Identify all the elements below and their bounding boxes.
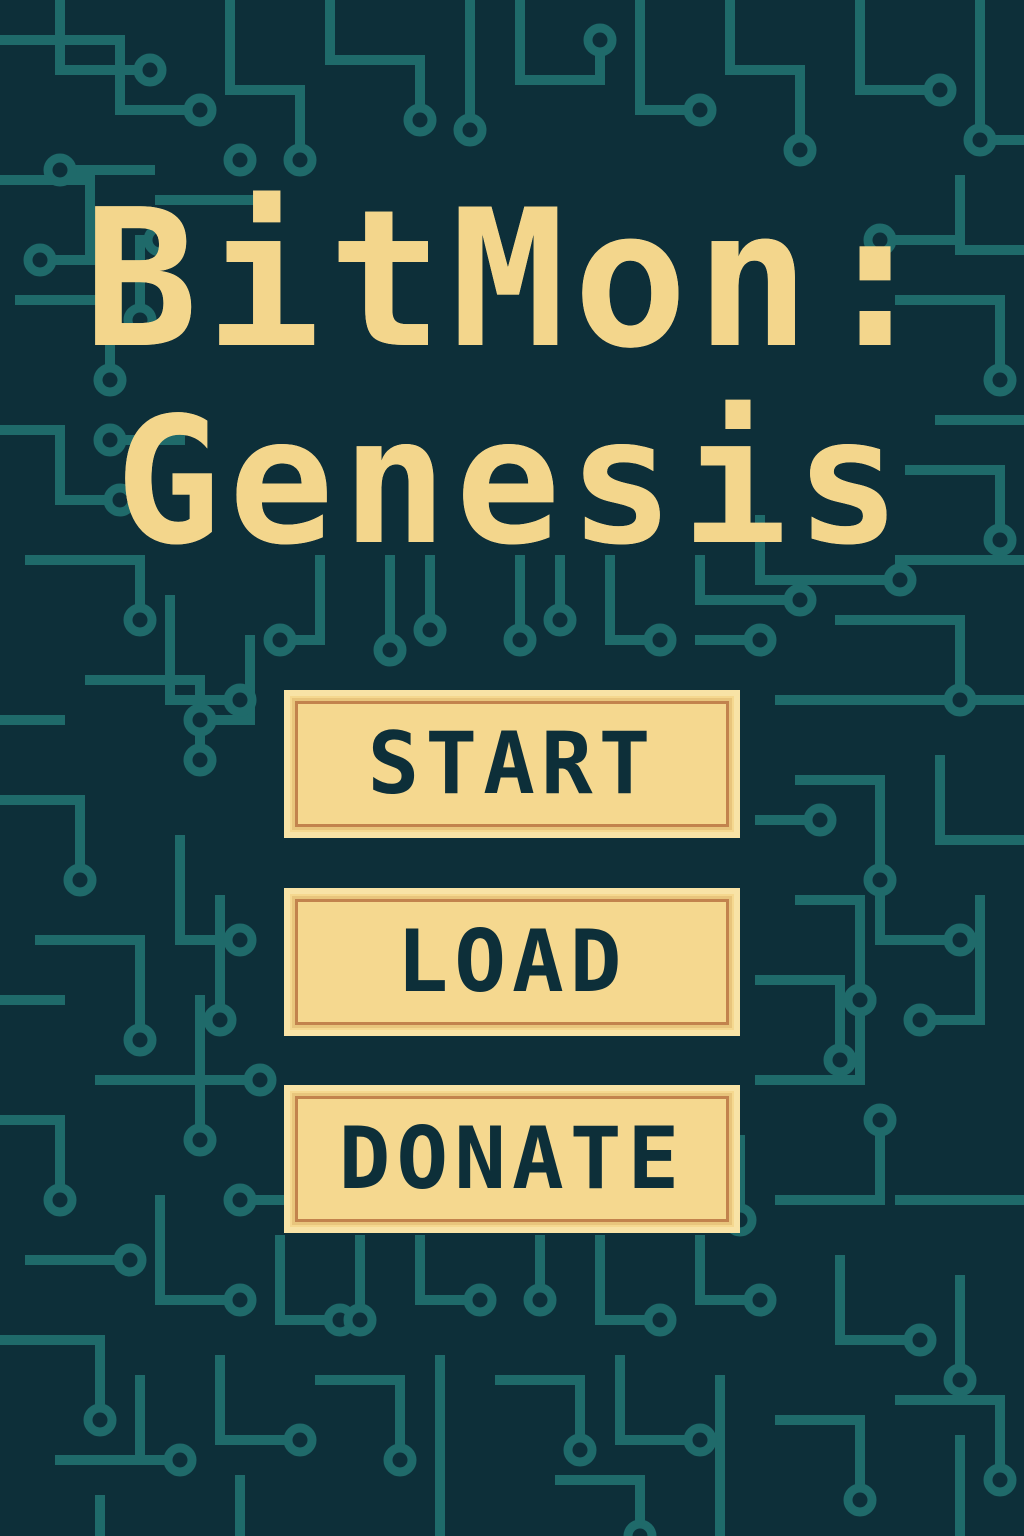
load-button-label: LOAD	[396, 912, 628, 1012]
circuit-pad	[583, 23, 617, 57]
circuit-trace	[835, 1255, 925, 1345]
circuit-pad	[843, 1483, 877, 1517]
circuit-trace	[775, 1115, 885, 1205]
circuit-pad	[133, 53, 167, 87]
circuit-pad	[183, 743, 217, 777]
circuit-pad	[623, 1519, 657, 1536]
circuit-trace	[975, 0, 1024, 145]
circuit-trace	[755, 975, 845, 1065]
circuit-pad	[643, 623, 677, 657]
circuit-pad	[43, 1183, 77, 1217]
circuit-pad	[183, 93, 217, 127]
circuit-pad	[113, 1243, 147, 1277]
circuit-pad	[223, 923, 257, 957]
circuit-pad	[983, 1463, 1017, 1497]
circuit-pad	[903, 1003, 937, 1037]
start-button[interactable]: START	[284, 690, 740, 838]
circuit-pad	[263, 623, 297, 657]
circuit-pad	[63, 863, 97, 897]
circuit-pad	[163, 1443, 197, 1477]
circuit-pad	[863, 1103, 897, 1137]
circuit-pad	[373, 633, 407, 667]
circuit-pad	[83, 1403, 117, 1437]
circuit-trace	[775, 1415, 865, 1505]
circuit-pad	[43, 153, 77, 187]
circuit-pad	[923, 73, 957, 107]
circuit-pad	[823, 1043, 857, 1077]
circuit-trace	[315, 1375, 405, 1465]
circuit-trace	[215, 1355, 305, 1445]
circuit-trace	[175, 835, 245, 945]
load-button[interactable]: LOAD	[284, 888, 740, 1036]
start-button-label: START	[367, 714, 657, 814]
title-screen: BitMon: Genesis START LOAD DONATE	[0, 0, 1024, 1536]
circuit-pad	[503, 623, 537, 657]
game-title-line-1: BitMon:	[83, 169, 941, 390]
circuit-pad	[403, 103, 437, 137]
circuit-trace	[225, 0, 305, 165]
circuit-pad	[383, 1443, 417, 1477]
circuit-pad	[123, 603, 157, 637]
circuit-pad	[223, 1283, 257, 1317]
circuit-pad	[743, 1283, 777, 1317]
circuit-pad	[413, 613, 447, 647]
circuit-pad	[683, 1423, 717, 1457]
circuit-pad	[243, 1063, 277, 1097]
circuit-pad	[903, 1323, 937, 1357]
circuit-trace	[855, 0, 945, 95]
circuit-pad	[863, 863, 897, 897]
circuit-pad	[563, 1433, 597, 1467]
circuit-pad	[943, 923, 977, 957]
circuit-pad	[523, 1283, 557, 1317]
circuit-pad	[453, 113, 487, 147]
circuit-trace	[635, 0, 705, 115]
circuit-pad	[223, 1183, 257, 1217]
circuit-pad	[803, 803, 837, 837]
circuit-pad	[943, 1363, 977, 1397]
circuit-pad	[343, 1303, 377, 1337]
circuit-pad	[183, 703, 217, 737]
circuit-trace	[835, 615, 965, 705]
circuit-trace	[0, 795, 85, 885]
circuit-pad	[643, 1303, 677, 1337]
circuit-trace	[35, 935, 145, 1045]
circuit-pad	[123, 1023, 157, 1057]
circuit-trace	[725, 0, 805, 155]
circuit-pad	[283, 1423, 317, 1457]
donate-button-label: DONATE	[338, 1109, 686, 1209]
circuit-trace	[935, 755, 1024, 845]
circuit-pad	[463, 1283, 497, 1317]
circuit-pad	[683, 93, 717, 127]
circuit-pad	[783, 133, 817, 167]
circuit-pad	[743, 623, 777, 657]
circuit-trace	[615, 1355, 705, 1445]
circuit-trace	[325, 0, 425, 125]
circuit-trace	[95, 1075, 205, 1145]
circuit-trace	[895, 1395, 1005, 1485]
circuit-pad	[543, 603, 577, 637]
circuit-trace	[155, 1195, 245, 1305]
circuit-pad	[183, 1123, 217, 1157]
circuit-pad	[783, 583, 817, 617]
circuit-pad	[843, 983, 877, 1017]
circuit-pad	[963, 123, 997, 157]
circuit-trace	[915, 895, 985, 1025]
circuit-pad	[943, 683, 977, 717]
circuit-trace	[0, 1335, 105, 1425]
donate-button[interactable]: DONATE	[284, 1085, 740, 1233]
circuit-pad	[223, 683, 257, 717]
circuit-pad	[203, 1003, 237, 1037]
game-title-line-2: Genesis	[115, 381, 909, 584]
